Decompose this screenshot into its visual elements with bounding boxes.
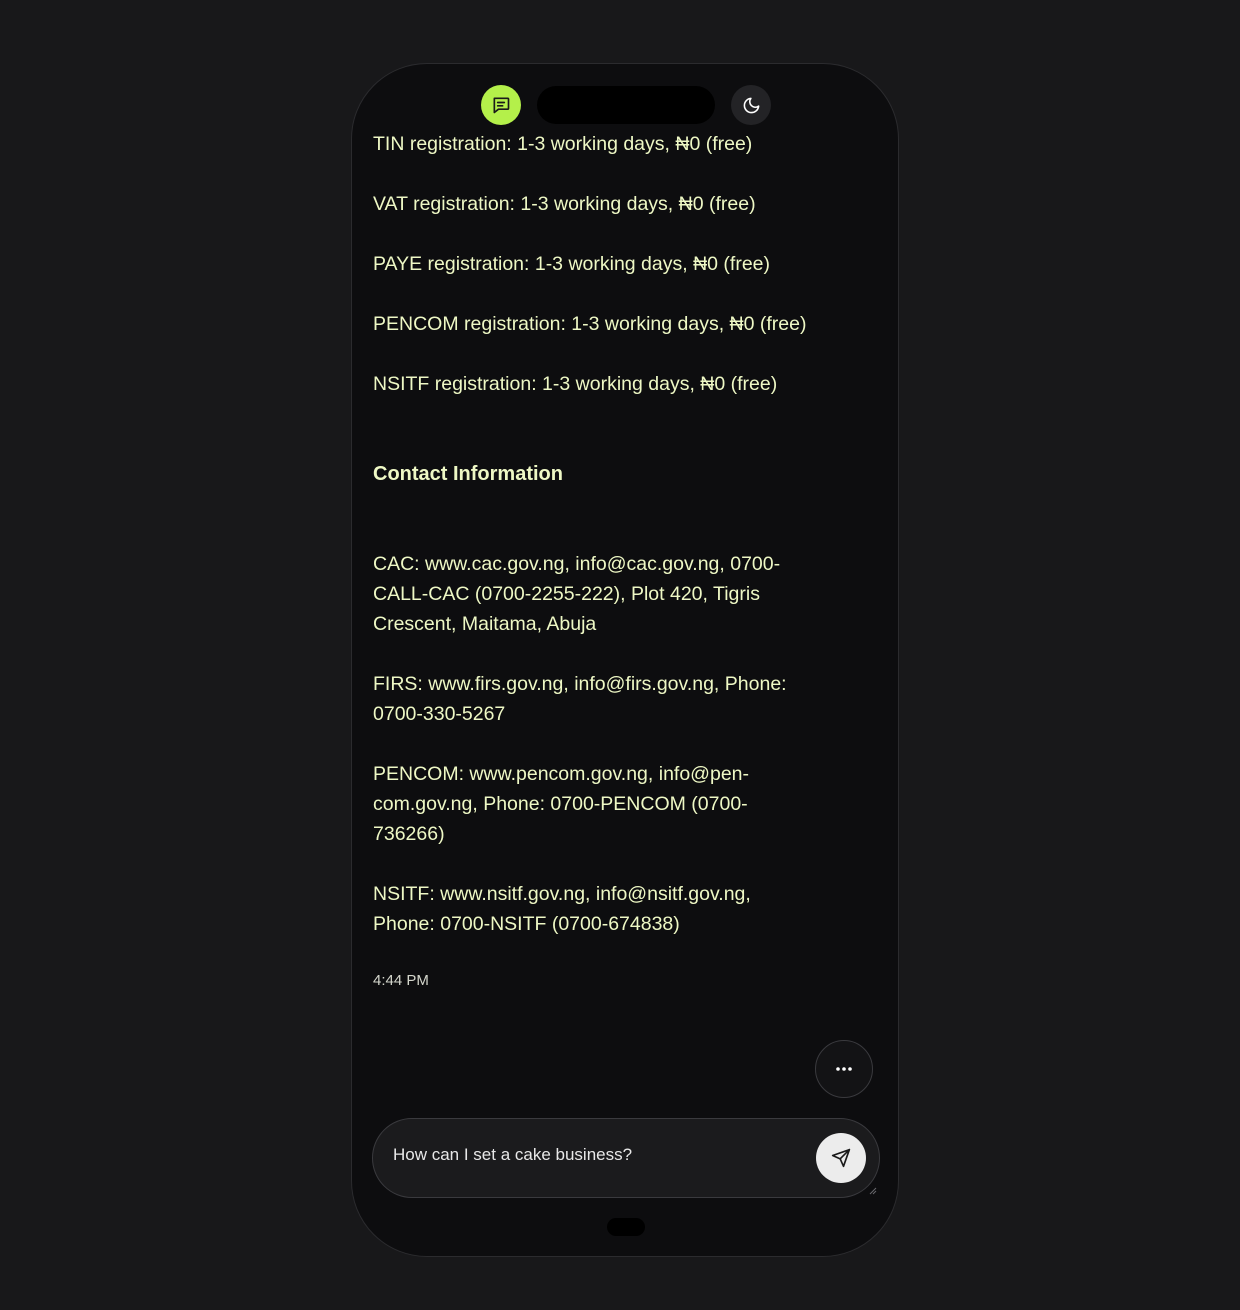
message-composer bbox=[372, 1118, 880, 1198]
message-line: PENCOM registration: 1-3 working days, ₦… bbox=[373, 313, 807, 335]
contact-line: FIRS: www.firs.gov.ng, info@firs.gov.ng,… bbox=[373, 673, 787, 725]
message-line: TIN registration: 1-3 working days, ₦0 (… bbox=[373, 133, 753, 155]
moon-icon bbox=[743, 97, 759, 113]
contact-line: PENCOM: www.pencom.gov.ng, info@pen-com.… bbox=[373, 763, 750, 845]
contact-heading: Contact Information bbox=[373, 463, 563, 485]
contact-line: CAC: www.cac.gov.ng, info@cac.gov.ng, 07… bbox=[373, 553, 781, 635]
ellipsis-icon bbox=[836, 1067, 852, 1071]
contact-line: NSITF: www.nsitf.gov.ng, info@nsitf.gov.… bbox=[373, 883, 751, 935]
dynamic-island bbox=[537, 86, 715, 124]
message-line: NSITF registration: 1-3 working days, ₦0… bbox=[373, 373, 778, 395]
message-line: PAYE registration: 1-3 working days, ₦0 … bbox=[373, 253, 771, 275]
send-icon bbox=[831, 1148, 851, 1168]
resize-grip-icon[interactable] bbox=[869, 1187, 877, 1195]
assistant-message: TIN registration: 1-3 working days, ₦0 (… bbox=[373, 129, 813, 989]
home-indicator bbox=[607, 1218, 645, 1236]
message-line: VAT registration: 1-3 working days, ₦0 (… bbox=[373, 193, 756, 215]
message-timestamp: 4:44 PM bbox=[373, 972, 429, 989]
more-options-button[interactable] bbox=[815, 1040, 873, 1098]
chat-button[interactable] bbox=[481, 85, 521, 125]
send-button[interactable] bbox=[816, 1133, 866, 1183]
theme-toggle-button[interactable] bbox=[731, 85, 771, 125]
phone-frame: TIN registration: 1-3 working days, ₦0 (… bbox=[351, 63, 899, 1257]
message-input[interactable] bbox=[393, 1145, 793, 1165]
top-bar bbox=[352, 85, 898, 125]
chat-bubble-icon bbox=[493, 97, 510, 114]
